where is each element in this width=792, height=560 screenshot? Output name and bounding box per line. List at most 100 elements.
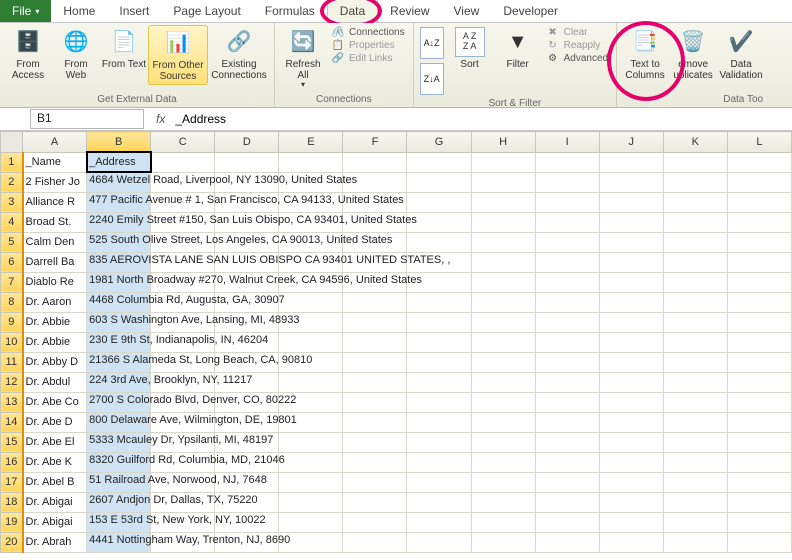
column-header[interactable]: E xyxy=(279,132,343,153)
cell[interactable] xyxy=(535,272,599,292)
properties-button[interactable]: 📋Properties xyxy=(331,40,405,51)
cell[interactable] xyxy=(535,152,599,172)
row-header[interactable]: 7 xyxy=(1,272,23,292)
file-tab[interactable]: File ▾ xyxy=(0,0,51,22)
cell[interactable] xyxy=(727,212,791,232)
edit-links-button[interactable]: 🔗Edit Links xyxy=(331,53,405,64)
cell[interactable] xyxy=(343,352,407,372)
cell[interactable] xyxy=(727,312,791,332)
cell[interactable] xyxy=(471,452,535,472)
tab-insert[interactable]: Insert xyxy=(107,0,161,22)
cell[interactable] xyxy=(407,292,471,312)
cell[interactable] xyxy=(471,252,535,272)
cell[interactable] xyxy=(151,292,215,312)
from-other-sources-button[interactable]: 📊 From Other Sources xyxy=(148,25,208,85)
row-header[interactable]: 4 xyxy=(1,212,23,232)
cell[interactable]: 224 3rd Ave, Brooklyn, NY, 11217 xyxy=(87,372,151,392)
cell[interactable]: Dr. Abel B xyxy=(23,472,87,492)
cell[interactable]: Broad St. xyxy=(23,212,87,232)
cell[interactable]: Dr. Abby D xyxy=(23,352,87,372)
from-web-button[interactable]: 🌐 From Web xyxy=(52,25,100,83)
cell[interactable] xyxy=(215,372,279,392)
cell[interactable]: Dr. Abbie xyxy=(23,332,87,352)
cell[interactable] xyxy=(215,212,279,232)
cell[interactable] xyxy=(727,512,791,532)
cell[interactable] xyxy=(727,452,791,472)
cell[interactable] xyxy=(215,332,279,352)
cell[interactable] xyxy=(599,232,663,252)
cell[interactable] xyxy=(727,292,791,312)
cell[interactable] xyxy=(343,532,407,552)
spreadsheet-grid[interactable]: ABCDEFGHIJKL 1_Name_Address22 Fisher Jo4… xyxy=(0,131,792,553)
cell[interactable] xyxy=(535,332,599,352)
cell[interactable] xyxy=(535,512,599,532)
cell[interactable] xyxy=(535,492,599,512)
cell[interactable] xyxy=(663,232,727,252)
cell[interactable] xyxy=(343,372,407,392)
cell[interactable] xyxy=(279,152,343,172)
cell[interactable] xyxy=(599,212,663,232)
row-header[interactable]: 13 xyxy=(1,392,23,412)
cell[interactable] xyxy=(599,292,663,312)
cell[interactable] xyxy=(663,192,727,212)
cell[interactable] xyxy=(151,392,215,412)
cell[interactable] xyxy=(471,472,535,492)
cell[interactable] xyxy=(343,512,407,532)
cell[interactable] xyxy=(343,412,407,432)
cell[interactable] xyxy=(471,272,535,292)
cell[interactable] xyxy=(215,192,279,212)
cell[interactable] xyxy=(663,392,727,412)
row-header[interactable]: 1 xyxy=(1,152,23,172)
cell[interactable] xyxy=(215,232,279,252)
cell[interactable] xyxy=(599,512,663,532)
row-header[interactable]: 3 xyxy=(1,192,23,212)
row-header[interactable]: 8 xyxy=(1,292,23,312)
cell[interactable] xyxy=(279,492,343,512)
cell[interactable]: 4441 Nottingham Way, Trenton, NJ, 8690 xyxy=(87,532,151,552)
cell[interactable]: 8320 Guilford Rd, Columbia, MD, 21046 xyxy=(87,452,151,472)
cell[interactable] xyxy=(535,232,599,252)
cell[interactable] xyxy=(471,312,535,332)
cell[interactable] xyxy=(215,492,279,512)
cell[interactable] xyxy=(471,192,535,212)
cell[interactable] xyxy=(599,272,663,292)
row-header[interactable]: 19 xyxy=(1,512,23,532)
cell[interactable] xyxy=(407,432,471,452)
column-header[interactable]: B xyxy=(87,132,151,153)
cell[interactable]: _Name xyxy=(23,152,87,172)
connections-button[interactable]: 🖇️Connections xyxy=(331,27,405,38)
select-all-corner[interactable] xyxy=(1,132,23,153)
cell[interactable] xyxy=(407,472,471,492)
from-text-button[interactable]: 📄 From Text xyxy=(100,25,148,72)
cell[interactable] xyxy=(471,212,535,232)
cell[interactable] xyxy=(407,212,471,232)
cell[interactable] xyxy=(407,492,471,512)
row-header[interactable]: 15 xyxy=(1,432,23,452)
cell[interactable] xyxy=(215,512,279,532)
column-header[interactable]: H xyxy=(471,132,535,153)
remove-duplicates-button[interactable]: 🗑️ emove uplicates xyxy=(669,25,717,83)
cell[interactable] xyxy=(343,252,407,272)
cell[interactable]: 1981 North Broadway #270, Walnut Creek, … xyxy=(87,272,151,292)
cell[interactable] xyxy=(535,312,599,332)
cell[interactable]: Dr. Abe K xyxy=(23,452,87,472)
cell[interactable] xyxy=(343,152,407,172)
cell[interactable]: 2700 S Colorado Blvd, Denver, CO, 80222 xyxy=(87,392,151,412)
cell[interactable] xyxy=(407,312,471,332)
cell[interactable]: Diablo Re xyxy=(23,272,87,292)
cell[interactable]: Dr. Abdul xyxy=(23,372,87,392)
cell[interactable] xyxy=(279,272,343,292)
cell[interactable] xyxy=(663,352,727,372)
cell[interactable] xyxy=(215,312,279,332)
cell[interactable] xyxy=(535,372,599,392)
cell[interactable] xyxy=(407,452,471,472)
cell[interactable] xyxy=(663,492,727,512)
cell[interactable] xyxy=(215,452,279,472)
cell[interactable] xyxy=(215,412,279,432)
tab-page-layout[interactable]: Page Layout xyxy=(161,0,252,22)
cell[interactable] xyxy=(279,352,343,372)
cell[interactable] xyxy=(343,212,407,232)
cell[interactable] xyxy=(471,532,535,552)
cell[interactable] xyxy=(535,292,599,312)
cell[interactable] xyxy=(407,272,471,292)
